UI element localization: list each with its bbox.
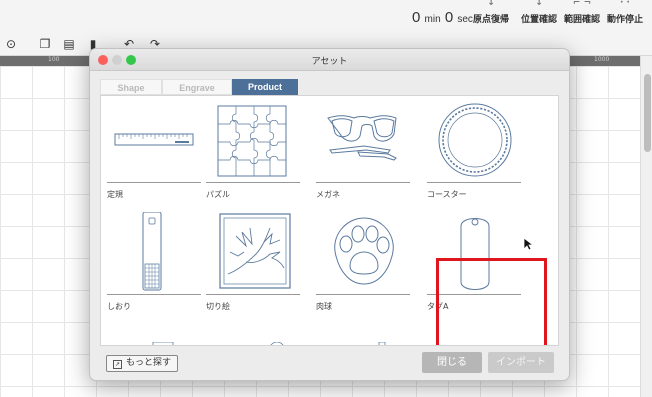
rotate-icon[interactable]: ⊙ xyxy=(4,37,18,51)
selection-highlight xyxy=(436,258,547,345)
puzzle-icon xyxy=(217,105,287,177)
item-divider xyxy=(206,294,300,295)
item-divider xyxy=(427,182,521,183)
range-check-label: 範囲確認 xyxy=(564,15,601,25)
find-more-label: もっと探す xyxy=(126,358,172,368)
return-origin-label: 原点復帰 xyxy=(473,15,510,25)
copy-icon[interactable]: ❐ xyxy=(38,37,52,51)
asset-item-label: 切り絵 xyxy=(206,302,230,311)
asset-item-label: 定規 xyxy=(107,190,123,199)
timer-min-unit: min xyxy=(424,14,441,25)
asset-dialog: アセット Shape Engrave Product 定規 パズル メガネ コー… xyxy=(89,48,570,381)
app-top-bar: 0 min 0 sec ↓ 原点復帰 ↓ 位置確認 ⌐ ¬ 範囲確認 · · 動… xyxy=(0,0,652,34)
bracket-icon: ⌐ ¬ xyxy=(572,0,592,8)
asset-item-label: パズル xyxy=(206,190,230,199)
asset-item-label: しおり xyxy=(107,302,131,311)
paste-icon[interactable]: ▤ xyxy=(62,37,76,51)
position-check-button[interactable]: ↓ 位置確認 xyxy=(521,0,558,25)
asset-item-label: コースター xyxy=(427,190,467,199)
asset-item-label: メガネ xyxy=(316,190,340,199)
tab-shape[interactable]: Shape xyxy=(100,79,162,95)
return-origin-button[interactable]: ↓ 原点復帰 xyxy=(473,0,510,25)
find-more-button[interactable]: ↗ もっと探す xyxy=(106,355,179,372)
dialog-title: アセット xyxy=(311,57,348,67)
tab-engrave[interactable]: Engrave xyxy=(162,79,232,95)
item-divider xyxy=(316,294,410,295)
ruler-icon xyxy=(114,133,194,146)
range-check-button[interactable]: ⌐ ¬ 範囲確認 xyxy=(564,0,601,25)
asset-grid: 定規 パズル メガネ コースター しおり 切り絵 肉球 タグA xyxy=(100,95,559,346)
next-row-peek xyxy=(152,342,386,345)
dialog-titlebar: アセット xyxy=(90,49,569,71)
timer-seconds: 0 xyxy=(444,9,454,26)
paw-icon xyxy=(334,217,394,285)
item-divider xyxy=(206,182,300,183)
papercut-icon xyxy=(219,213,291,289)
ruler-number: 100 xyxy=(48,56,60,63)
stop-icon: · · xyxy=(620,0,630,8)
bookmark-icon xyxy=(142,212,162,291)
tab-product[interactable]: Product xyxy=(232,79,298,95)
glasses-icon xyxy=(327,115,397,161)
position-check-label: 位置確認 xyxy=(521,15,558,25)
ruler-number: 1000 xyxy=(594,56,610,63)
timer-display: 0 min 0 sec xyxy=(412,9,473,26)
mouse-cursor-icon xyxy=(523,237,533,251)
item-divider xyxy=(107,294,201,295)
coaster-icon xyxy=(438,103,512,177)
close-button[interactable]: 閉じる xyxy=(422,352,482,373)
stop-label: 動作停止 xyxy=(607,15,644,25)
item-divider xyxy=(316,182,410,183)
vertical-scrollbar[interactable] xyxy=(640,56,652,397)
item-divider xyxy=(107,182,201,183)
import-button[interactable]: インポート xyxy=(488,352,554,373)
scrollbar-thumb[interactable] xyxy=(644,74,651,152)
timer-minutes: 0 xyxy=(412,9,421,26)
asset-item-label: 肉球 xyxy=(316,302,332,311)
arrow-icon: ↓ xyxy=(535,0,543,8)
arrow-icon: ↓ xyxy=(487,0,495,8)
external-link-icon: ↗ xyxy=(113,360,122,369)
timer-sec-unit: sec xyxy=(457,14,473,25)
stop-button[interactable]: · · 動作停止 xyxy=(607,0,644,25)
